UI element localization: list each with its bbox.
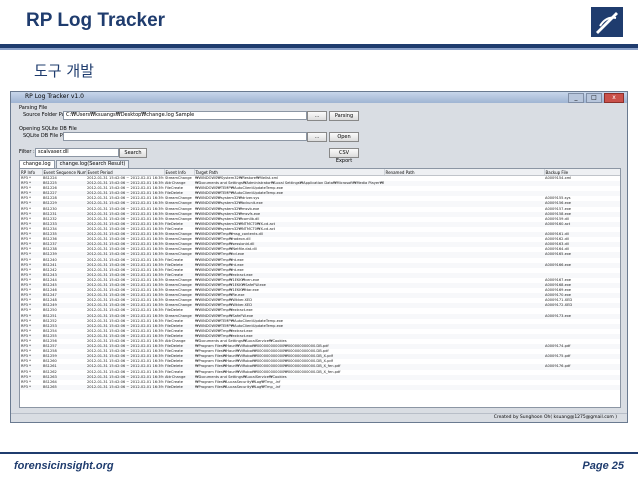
table-cell: 2012-01-31 15:42:06 ~ 2012-02-01 16:39:1… xyxy=(87,308,164,313)
log-table: RP Info Event Sequence Number Event Peri… xyxy=(20,169,620,390)
table-cell xyxy=(544,384,620,390)
filter-input[interactable]: scalvaser.dll xyxy=(35,148,119,157)
table-cell: 2012-01-31 15:42:06 ~ 2012-02-01 16:39:1… xyxy=(86,364,164,370)
slide-title: RP Log Tracker xyxy=(26,10,166,31)
filter-label: Filter : xyxy=(19,149,35,155)
browse-sqlite-button[interactable]: ... xyxy=(307,132,327,142)
table-cell: FileDelete xyxy=(164,384,194,390)
table-cell: 2012-01-31 15:42:06 ~ 2012-02-01 16:39:1… xyxy=(87,206,164,211)
close-button[interactable]: x xyxy=(604,93,624,103)
table-cell: RP3 * xyxy=(20,384,42,390)
browse-source-button[interactable]: ... xyxy=(307,111,327,121)
table-body: RP3 * BS1224 2012-01-31 15:42:06 ~ 2012-02… xyxy=(20,176,620,390)
table-cell xyxy=(384,384,544,390)
table-cell: 2012-01-31 15:42:06 ~ 2012-02-01 16:39:1… xyxy=(86,201,164,207)
minimize-button[interactable]: _ xyxy=(568,93,584,103)
source-folder-field[interactable]: C:₩Users₩ksuangs₩Desktop₩change.log Samp… xyxy=(63,111,307,120)
tab-search-result[interactable]: change.log(Search Result) xyxy=(55,160,130,168)
logo-icon xyxy=(591,7,623,37)
footer-divider xyxy=(0,452,638,454)
status-bar: Created by Sunghoon Oh( ksuang@1275@gmai… xyxy=(11,413,627,422)
parsing-group-label: Parsing File xyxy=(19,105,48,111)
table-cell: BS1265 xyxy=(42,384,86,390)
parsing-button[interactable]: Parsing xyxy=(329,111,359,121)
table-cell: ₩Program Files₩LucasSecurity₩Log₩Tmp_.in… xyxy=(194,384,384,390)
tab-strip: change.log change.log(Search Result) xyxy=(19,160,130,168)
open-button[interactable]: Open xyxy=(329,132,359,142)
table-cell: 2012-01-31 15:42:06 ~ 2012-02-01 16:39:1… xyxy=(86,374,164,380)
log-grid: RP Info Event Sequence Number Event Peri… xyxy=(19,168,621,408)
footer-site: forensicinsight.org xyxy=(14,460,114,472)
sqlite-path-field[interactable] xyxy=(63,132,307,141)
tab-change-log[interactable]: change.log xyxy=(19,160,55,168)
table-cell: StreamChange xyxy=(164,252,194,258)
table-cell: StreamChange xyxy=(164,313,194,319)
csv-export-button[interactable]: CSV Export xyxy=(329,148,359,164)
table-cell: 2012-01-31 15:42:06 ~ 2012-02-01 16:39:1… xyxy=(87,318,164,323)
slide-header: RP Log Tracker xyxy=(0,0,638,44)
window-title: RP Log Tracker v1.0 xyxy=(25,93,84,100)
table-cell: StreamChange xyxy=(165,206,192,211)
table-cell: StreamChange xyxy=(164,211,194,217)
table-cell: 2012-01-31 15:42:06 ~ 2012-02-01 16:39:1… xyxy=(86,262,164,268)
table-cell: StreamChange xyxy=(164,201,194,207)
table-row[interactable]: RP3 * BS1265 2012-01-31 15:42:06 ~ 2012-02… xyxy=(20,384,620,390)
status-text: Created by Sunghoon Oh( ksuang@1275@gmai… xyxy=(493,415,617,420)
app-window: RP Log Tracker v1.0 _ □ x Parsing File S… xyxy=(10,91,628,423)
table-cell: 2012-01-31 15:42:06 ~ 2012-02-01 16:39:1… xyxy=(86,252,164,258)
table-cell: 2012-01-31 15:42:06 ~ 2012-02-01 16:39:1… xyxy=(86,384,164,390)
slide-subtitle: 도구 개발 xyxy=(34,62,94,80)
table-cell: 2012-01-31 15:42:06 ~ 2012-02-01 16:39:1… xyxy=(86,313,164,319)
table-cell: 2012-01-31 15:42:06 ~ 2012-02-01 16:39:1… xyxy=(86,211,164,217)
maximize-button[interactable]: □ xyxy=(586,93,602,103)
header-divider-thin xyxy=(0,48,638,50)
table-cell: 2012-01-31 15:42:06 ~ 2012-02-01 16:39:1… xyxy=(87,369,164,374)
window-titlebar: RP Log Tracker v1.0 _ □ x xyxy=(11,92,627,103)
search-button[interactable]: Search xyxy=(119,148,147,158)
table-cell: 2012-01-31 15:42:06 ~ 2012-02-01 16:39:1… xyxy=(87,257,164,262)
footer-page: Page 25 xyxy=(582,460,624,472)
